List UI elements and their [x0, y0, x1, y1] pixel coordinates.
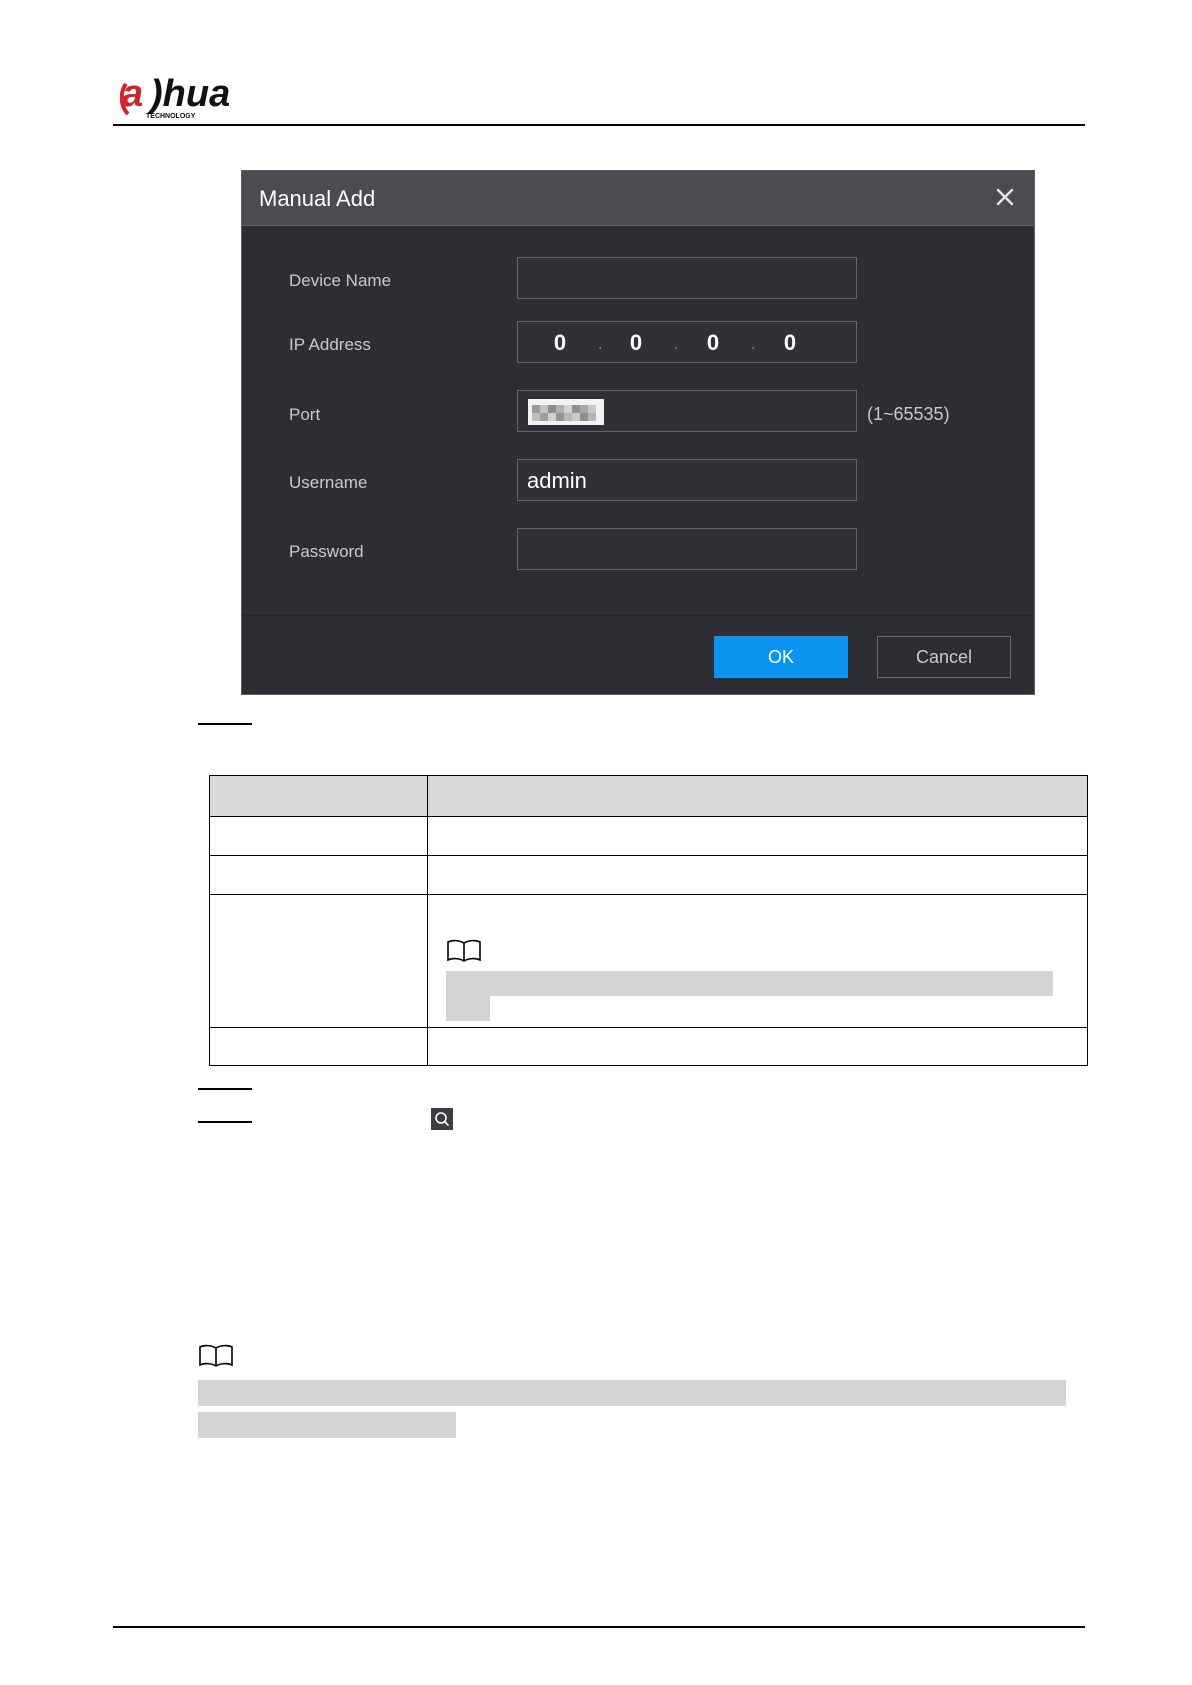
svg-text:TECHNOLOGY: TECHNOLOGY — [146, 113, 196, 120]
svg-text:)hua: )hua — [146, 74, 230, 115]
dialog-header: Manual Add — [242, 171, 1034, 226]
table-border — [209, 775, 210, 1066]
step-marker — [198, 1121, 252, 1123]
ip-octet-4[interactable]: 0 — [775, 330, 805, 356]
port-range-hint: (1~65535) — [867, 404, 950, 424]
ip-octet-3[interactable]: 0 — [698, 330, 728, 356]
device-name-input[interactable] — [517, 257, 857, 299]
book-note-icon — [447, 939, 481, 962]
ip-octet-1[interactable]: 0 — [545, 330, 575, 356]
ip-address-input[interactable]: 0 . 0 . 0 . 0 — [517, 321, 857, 363]
redacted-note-text — [446, 996, 490, 1021]
password-label: Password — [289, 542, 364, 561]
header-rule — [113, 124, 1085, 126]
footer-rule — [113, 1626, 1085, 1628]
step-marker — [198, 723, 252, 725]
table-border — [209, 894, 1088, 895]
table-border — [427, 775, 428, 1066]
table-header-row — [210, 776, 1087, 816]
cancel-button[interactable]: Cancel — [877, 636, 1011, 678]
redacted-note-text — [198, 1412, 456, 1438]
redacted-port-value — [528, 399, 604, 425]
table-border — [209, 816, 1088, 817]
ip-dot: . — [598, 336, 603, 353]
port-label: Port — [289, 405, 321, 424]
redacted-note-text — [198, 1380, 1066, 1406]
dahua-logo: a )hua TECHNOLOGY — [120, 74, 230, 120]
ip-dot: . — [751, 336, 756, 353]
username-value: admin — [527, 468, 587, 493]
ip-address-label: IP Address — [289, 335, 371, 354]
table-border — [209, 855, 1088, 856]
dialog-footer-divider — [242, 615, 1034, 616]
dialog-title: Manual Add — [259, 186, 376, 211]
manual-add-dialog: Manual Add Device Name IP Address 0 . 0 … — [241, 170, 1035, 695]
table-border — [209, 1027, 1088, 1028]
table-border — [209, 775, 1088, 776]
ok-button[interactable]: OK — [714, 636, 848, 678]
password-input[interactable] — [517, 528, 857, 570]
search-icon — [431, 1108, 453, 1130]
ip-octet-2[interactable]: 0 — [621, 330, 651, 356]
step-marker — [198, 1088, 252, 1090]
book-note-icon — [199, 1344, 233, 1367]
device-name-label: Device Name — [289, 271, 392, 290]
redacted-note-text — [446, 971, 1053, 996]
username-input[interactable]: admin — [517, 459, 857, 501]
table-border — [1087, 775, 1088, 1066]
port-input[interactable] — [517, 390, 857, 432]
close-icon[interactable] — [993, 185, 1017, 209]
username-label: Username — [289, 473, 368, 492]
table-border — [209, 1065, 1088, 1066]
ip-dot: . — [674, 336, 679, 353]
